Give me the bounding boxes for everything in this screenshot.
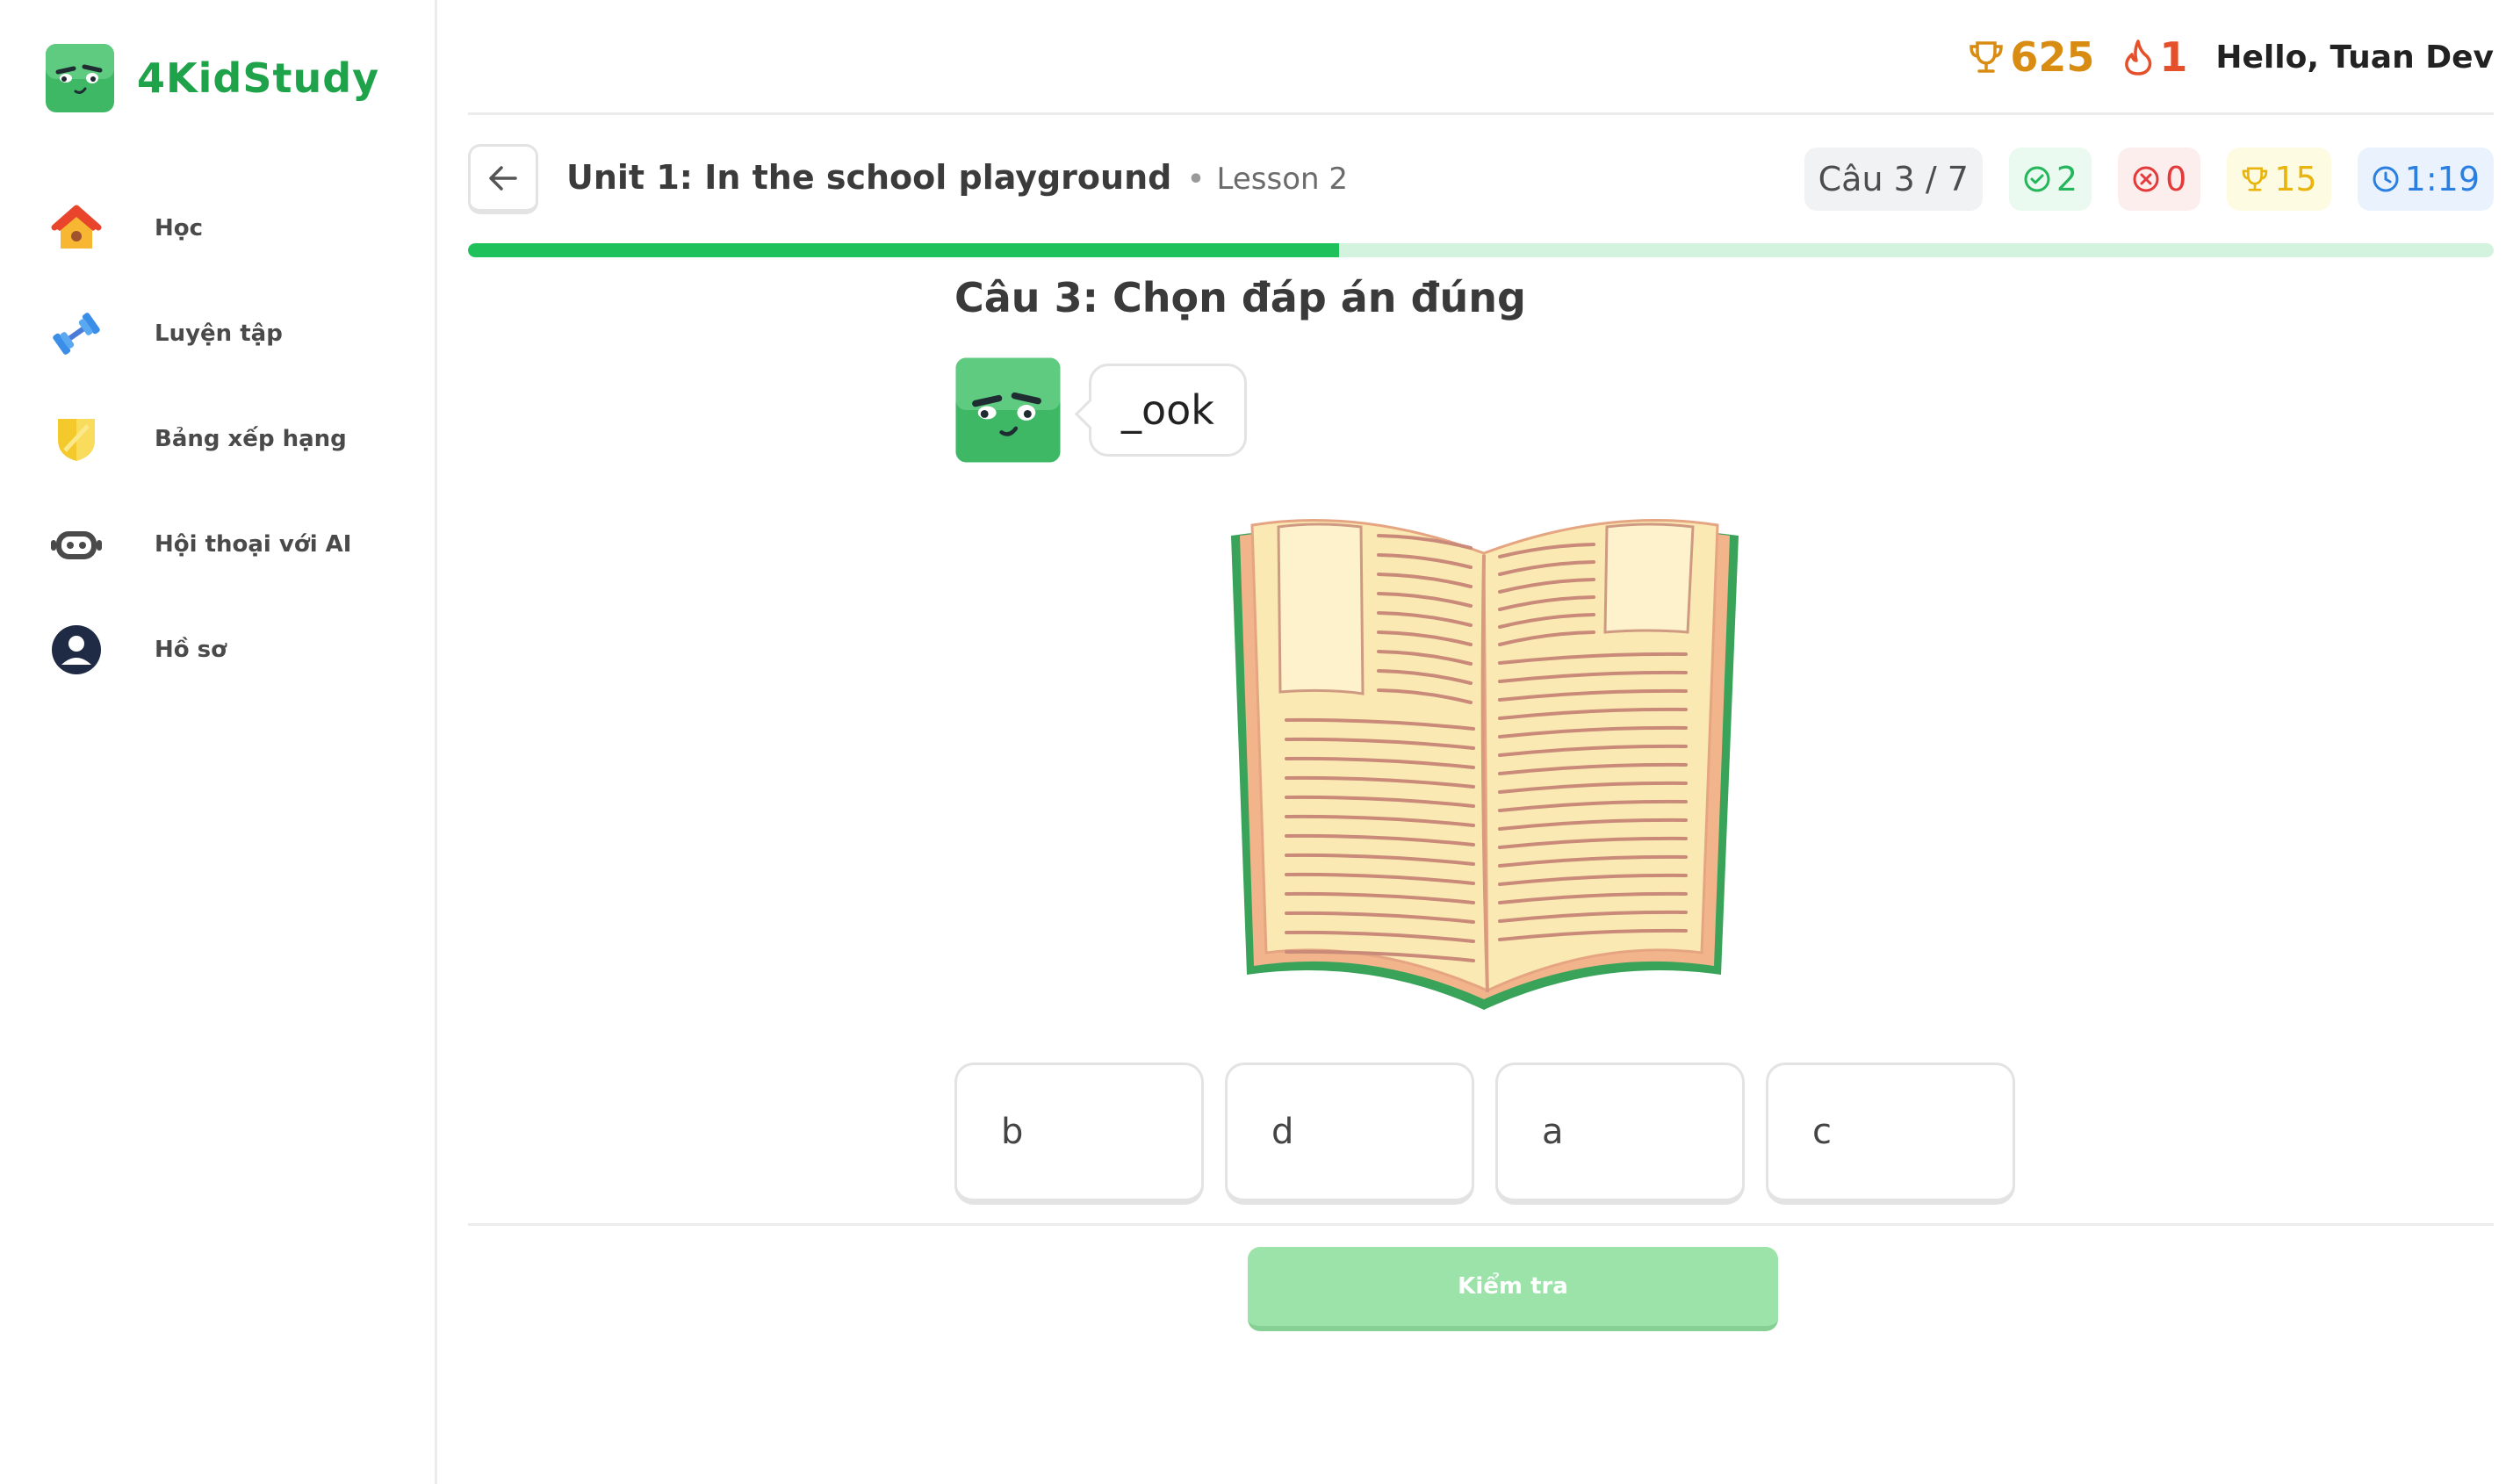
sidebar-item-bang-xep-hang[interactable]: Bảng xếp hạng [0, 386, 435, 492]
sidebar-item-luyen-tap[interactable]: Luyện tập [0, 281, 435, 386]
wrong-count: 0 [2165, 160, 2187, 198]
correct-badge: 2 [2008, 148, 2092, 211]
lesson-progress-bar [468, 243, 2494, 257]
answer-option[interactable]: d [1225, 1063, 1474, 1205]
topbar: 625 1 Hello, Tuan Dev [468, 0, 2494, 115]
clock-icon [2373, 166, 2399, 192]
answer-option-label: d [1271, 1112, 1294, 1152]
sidebar-item-label: Hồ sơ [155, 637, 227, 663]
user-stats: 625 1 Hello, Tuan Dev [1968, 33, 2494, 81]
sidebar-item-label: Hội thoại với AI [155, 531, 352, 558]
back-button[interactable] [468, 144, 538, 214]
user-greeting[interactable]: Hello, Tuan Dev [2215, 40, 2494, 76]
question-counter: Câu 3 / 7 [1818, 160, 1969, 198]
points-stat: 625 [1968, 33, 2094, 81]
mascot-icon [955, 357, 1061, 463]
user-icon [49, 623, 104, 677]
answer-option[interactable]: b [954, 1063, 1204, 1205]
prompt-text: _ook [1121, 386, 1214, 434]
x-circle-icon [2133, 166, 2159, 192]
lesson-progress-fill [468, 243, 1339, 257]
sidebar-item-ho-so[interactable]: Hồ sơ [0, 597, 435, 702]
sidebar-item-hoi-thoai-ai[interactable]: Hội thoại với AI [0, 492, 435, 597]
footer-divider [468, 1223, 2494, 1226]
robot-icon [49, 517, 104, 572]
check-button[interactable]: Kiểm tra [1248, 1247, 1778, 1331]
answer-option-label: c [1812, 1112, 1832, 1152]
check-button-label: Kiểm tra [1458, 1273, 1568, 1300]
sidebar-item-label: Học [155, 215, 204, 241]
correct-count: 2 [2056, 160, 2078, 198]
dumbbell-icon [49, 306, 104, 361]
sidebar-item-label: Luyện tập [155, 321, 283, 347]
brand-name: 4KidStudy [137, 54, 380, 102]
lesson-title: Unit 1: In the school playground • Lesson … [566, 158, 1348, 197]
lesson-header: Unit 1: In the school playground • Lesson … [468, 142, 2494, 214]
sidebar-item-label: Bảng xếp hạng [155, 426, 347, 452]
timer-badge: 1:19 [2357, 148, 2494, 211]
brand-logo[interactable]: 4KidStudy [44, 42, 379, 114]
points-value: 625 [2010, 33, 2095, 81]
answer-option[interactable]: c [1766, 1063, 2015, 1205]
answer-option-label: b [1001, 1112, 1024, 1152]
unit-title: Unit 1: In the school playground [566, 158, 1172, 197]
check-circle-icon [2024, 166, 2050, 192]
score-value: 15 [2274, 160, 2317, 198]
streak-stat: 1 [2122, 33, 2187, 81]
sidebar-item-hoc[interactable]: Học [0, 176, 435, 281]
mascot-icon [46, 44, 114, 112]
trophy-icon [1970, 41, 2004, 73]
prompt-bubble: _ook [1089, 364, 1247, 457]
wrong-badge: 0 [2118, 148, 2201, 211]
score-badge: 15 [2227, 148, 2331, 211]
trophy-icon [2243, 167, 2268, 191]
home-icon [49, 201, 104, 256]
question-title: Câu 3: Chọn đáp án đúng [954, 274, 1526, 321]
sidebar-nav: Học Luyện tập Bảng xếp hạng Hội thoại vớ… [0, 176, 435, 702]
answer-option[interactable]: a [1495, 1063, 1745, 1205]
question-counter-badge: Câu 3 / 7 [1804, 148, 1983, 211]
separator-dot: • [1187, 164, 1205, 195]
lesson-badges: Câu 3 / 7 2 0 15 1:19 [1778, 148, 2494, 211]
lesson-name: Lesson 2 [1216, 162, 1348, 197]
flame-icon [2125, 40, 2152, 76]
sidebar: 4KidStudy Học Luyện tập Bảng xếp hạng Hộ… [0, 0, 437, 1484]
streak-value: 1 [2159, 33, 2188, 81]
book-illustration [1231, 518, 1739, 1010]
answer-options: b d a c [954, 1063, 2036, 1205]
arrow-left-icon [489, 165, 517, 191]
timer-value: 1:19 [2404, 160, 2480, 198]
shield-icon [49, 412, 104, 466]
answer-option-label: a [1542, 1112, 1564, 1152]
